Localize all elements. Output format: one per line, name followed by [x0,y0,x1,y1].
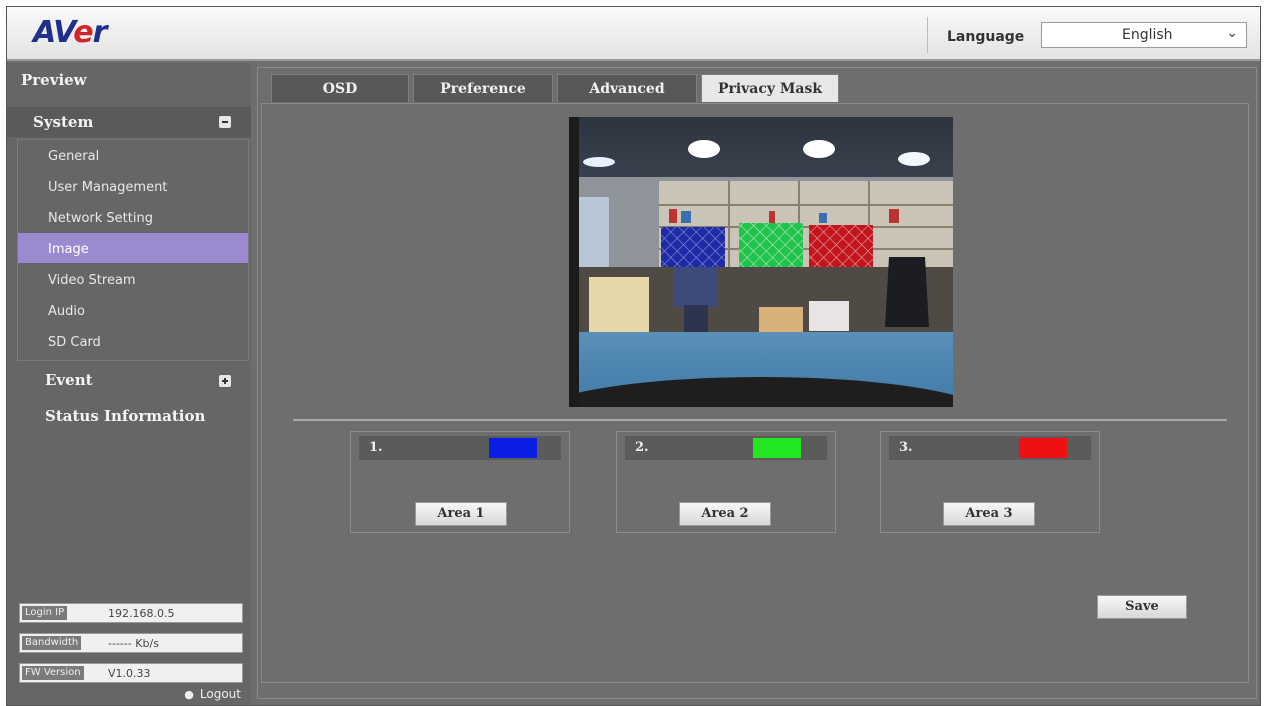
bandwidth-row: Bandwidth ------ Kb/s [19,633,243,653]
aver-logo: AVer [33,15,107,50]
sidebar: Preview System General User Management N… [7,63,251,705]
area-header: 1. [359,436,561,460]
nav-event[interactable]: Event [45,371,93,389]
nav-system[interactable]: System [7,107,251,137]
sidebar-item-general[interactable]: General [18,140,248,170]
area-header: 3. [889,436,1091,460]
app-window: AVer Language English ⌄ Preview System G… [6,6,1261,706]
header-divider [927,17,928,53]
sidebar-item-network-setting[interactable]: Network Setting [18,202,248,232]
bandwidth-label: Bandwidth [22,636,82,650]
camera-preview[interactable] [569,117,953,407]
nav-status-information[interactable]: Status Information [45,407,205,425]
bandwidth-value: ------ Kb/s [108,637,159,650]
divider [293,419,1227,421]
area-panel-3: 3. Area 3 [880,431,1100,533]
nav-preview[interactable]: Preview [21,71,87,89]
area-panel-2: 2. Area 2 [616,431,836,533]
tab-osd[interactable]: OSD [271,74,409,102]
area-3-button[interactable]: Area 3 [943,502,1035,526]
sidebar-item-audio[interactable]: Audio [18,295,248,325]
fw-version-row: FW Version V1.0.33 [19,663,243,683]
save-button[interactable]: Save [1097,595,1187,619]
login-ip-row: Login IP 192.168.0.5 [19,603,243,623]
area-2-button[interactable]: Area 2 [679,502,771,526]
area-panel-1: 1. Area 1 [350,431,570,533]
sidebar-item-image[interactable]: Image [18,233,248,263]
color-swatch-red[interactable] [1019,438,1067,458]
sidebar-item-sd-card[interactable]: SD Card [18,326,248,356]
logout-label: Logout [199,687,241,701]
fw-version-label: FW Version [22,666,84,680]
tab-advanced[interactable]: Advanced [557,74,697,102]
language-select[interactable]: English ⌄ [1041,22,1247,48]
language-value: English [1122,27,1173,43]
camera-scene [569,117,953,407]
area-number: 2. [635,440,649,455]
user-icon: ● [184,688,194,701]
fw-version-value: V1.0.33 [108,667,151,680]
expand-icon[interactable] [219,375,231,387]
sidebar-item-video-stream[interactable]: Video Stream [18,264,248,294]
area-number: 1. [369,440,383,455]
area-header: 2. [625,436,827,460]
login-ip-value: 192.168.0.5 [108,607,175,620]
color-swatch-blue[interactable] [489,438,537,458]
login-ip-label: Login IP [22,606,68,620]
area-1-button[interactable]: Area 1 [415,502,507,526]
nav-system-label: System [33,113,94,131]
logout-link[interactable]: ● Logout [184,687,241,701]
area-number: 3. [899,440,913,455]
tab-preference[interactable]: Preference [413,74,553,102]
chevron-down-icon: ⌄ [1226,25,1238,41]
sidebar-item-user-management[interactable]: User Management [18,171,248,201]
language-label: Language [947,29,1025,45]
tab-privacy-mask[interactable]: Privacy Mask [701,74,839,102]
system-submenu: General User Management Network Setting … [17,139,249,361]
collapse-icon[interactable] [219,116,231,128]
color-swatch-green[interactable] [753,438,801,458]
header: AVer Language English ⌄ [7,7,1260,61]
